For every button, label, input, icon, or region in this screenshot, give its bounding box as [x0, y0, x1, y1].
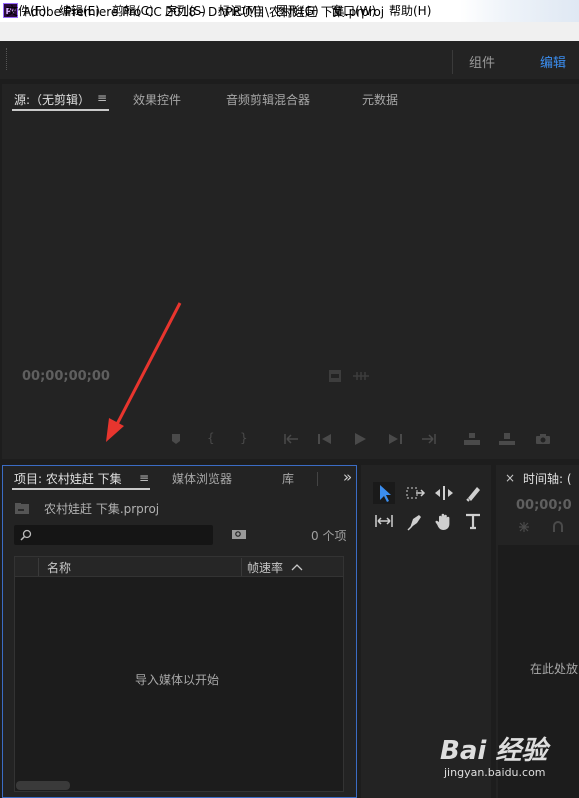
empty-hint: 导入媒体以开始: [135, 673, 220, 687]
menu-clip[interactable]: 剪辑(C): [112, 2, 154, 19]
source-monitor-panel: [2, 84, 579, 459]
menu-file[interactable]: 文件(F): [6, 2, 46, 19]
selection-tool-icon[interactable]: [373, 482, 395, 504]
menu-help[interactable]: 帮助(H): [389, 2, 431, 19]
go-to-in-icon[interactable]: [284, 433, 300, 445]
tab-timeline[interactable]: 时间轴: (: [523, 470, 572, 487]
column-header-framerate[interactable]: 帧速率: [247, 559, 283, 576]
watermark-brand: Bai 经验: [440, 736, 548, 766]
ripple-edit-tool-icon[interactable]: [433, 482, 455, 504]
menu-marker[interactable]: 标记(M): [218, 2, 262, 19]
overwrite-icon[interactable]: [498, 432, 516, 446]
menu-bar: [0, 22, 579, 42]
tab-audio-clip-mixer[interactable]: 音频剪辑混合器: [226, 91, 310, 108]
workspace-tab-assembly[interactable]: 组件: [469, 52, 495, 71]
step-forward-icon[interactable]: [388, 433, 402, 445]
mark-out-icon[interactable]: }: [240, 431, 248, 445]
timeline-drop-hint: 在此处放: [530, 662, 579, 676]
sort-ascending-icon[interactable]: [291, 563, 303, 571]
title-bar-background: [460, 0, 579, 22]
snap-icon[interactable]: [516, 520, 532, 534]
timeline-timecode[interactable]: 00;00;0: [516, 498, 572, 513]
track-select-tool-icon[interactable]: [404, 482, 426, 504]
project-file-name: 农村娃赶 下集.prproj: [44, 502, 160, 516]
menu-window[interactable]: 窗口(W): [331, 2, 376, 19]
export-frame-camera-icon[interactable]: [535, 433, 551, 445]
project-panel-menu-icon[interactable]: ≡: [139, 471, 149, 485]
workspace-tab-editing[interactable]: 编辑: [540, 52, 566, 71]
search-input[interactable]: [14, 525, 213, 545]
source-timecode[interactable]: 00;00;00;00: [22, 369, 110, 384]
resolution-icon[interactable]: [328, 369, 342, 383]
column-divider: [241, 558, 242, 576]
play-icon[interactable]: [353, 432, 367, 446]
more-panels-icon[interactable]: »: [343, 468, 352, 486]
tab-project[interactable]: 项目: 农村娃赶 下集: [14, 470, 122, 487]
menu-edit[interactable]: 编辑(E): [59, 2, 100, 19]
type-tool-icon[interactable]: [462, 510, 484, 532]
find-bin-icon[interactable]: [231, 528, 247, 540]
razor-tool-icon[interactable]: [462, 482, 484, 504]
tab-libraries[interactable]: 库: [282, 470, 294, 487]
mark-in-icon[interactable]: {: [207, 431, 215, 445]
item-count: 0 个项: [311, 529, 347, 543]
linked-selection-icon[interactable]: [551, 520, 565, 534]
column-header-name[interactable]: 名称: [47, 559, 71, 576]
active-tab-indicator: [12, 109, 109, 111]
tab-media-browser[interactable]: 媒体浏览器: [172, 470, 232, 487]
column-divider: [38, 558, 39, 576]
menu-sequence[interactable]: 序列(S): [165, 2, 206, 19]
watermark-url: jingyan.baidu.com: [444, 766, 546, 779]
pen-tool-icon[interactable]: [404, 510, 426, 532]
search-icon: [20, 529, 32, 541]
tab-divider: [317, 472, 318, 486]
tab-metadata[interactable]: 元数据: [362, 91, 398, 108]
insert-icon[interactable]: [463, 432, 481, 446]
workspace-divider: [452, 50, 453, 74]
active-tab-indicator: [12, 488, 150, 490]
tab-effect-controls[interactable]: 效果控件: [133, 91, 181, 108]
grip-handle-icon[interactable]: [6, 48, 9, 70]
close-icon[interactable]: ×: [505, 471, 515, 485]
tab-source[interactable]: 源:（无剪辑）: [14, 91, 90, 108]
slip-tool-icon[interactable]: [373, 510, 395, 532]
horizontal-scrollbar[interactable]: [16, 781, 70, 790]
settings-wrench-icon[interactable]: [352, 370, 370, 382]
panel-menu-icon[interactable]: ≡: [97, 91, 107, 105]
menu-graphics[interactable]: 图形(G): [276, 2, 319, 19]
go-to-out-icon[interactable]: [420, 433, 436, 445]
project-file-icon: [15, 503, 29, 514]
hand-tool-icon[interactable]: [433, 510, 455, 532]
step-back-icon[interactable]: [318, 433, 332, 445]
annotation-arrow-icon: [106, 302, 182, 442]
